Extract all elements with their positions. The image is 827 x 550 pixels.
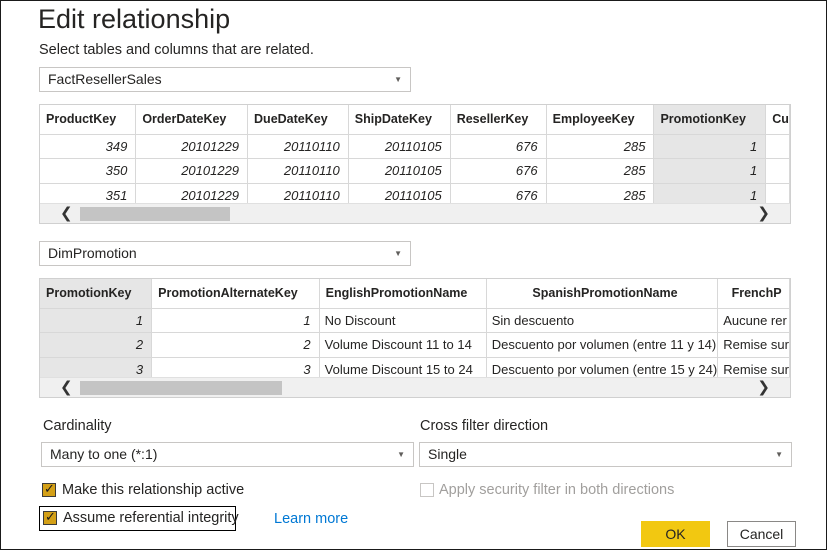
ok-button[interactable]: OK [641,521,710,547]
table-cell: 2 [151,332,320,357]
chevron-right-icon[interactable]: ❯ [757,378,770,397]
table-cell-selected[interactable]: 1 [653,133,767,159]
table-row: 349 20101229 20110110 20110105 676 285 1 [40,133,790,159]
table-cell: Volume Discount 11 to 14 [319,332,487,357]
table2-preview-grid: PromotionKey PromotionAlternateKey Engli… [39,278,791,398]
table-cell: Descuento por volumen (entre 11 y 14) [486,332,719,357]
table-cell-selected[interactable]: 2 [40,332,153,357]
cardinality-select-value: Many to one (*:1) [50,446,158,462]
scrollbar-thumb[interactable] [80,207,230,221]
table-cell-selected[interactable]: 1 [40,307,153,333]
chevron-down-icon: ▼ [397,450,405,459]
table1-column-header[interactable]: ShipDateKey [348,105,451,134]
make-active-label[interactable]: Make this relationship active [62,482,244,498]
referential-integrity-label[interactable]: Assume referential integrity [63,510,239,526]
table1-column-header[interactable]: OrderDateKey [135,105,249,134]
table2-select-value: DimPromotion [48,245,137,261]
table1-column-header[interactable]: ProductKey [40,105,137,134]
table1-column-header-selected[interactable]: PromotionKey [653,105,767,134]
cardinality-select[interactable]: Many to one (*:1) ▼ [41,442,414,467]
table1-column-header[interactable]: Cu [765,105,790,134]
make-active-checkbox[interactable]: ✓ [42,481,56,497]
table-cell: 349 [40,133,137,159]
cancel-button[interactable]: Cancel [727,521,796,547]
table-cell: 1 [151,307,320,333]
table1-preview-grid: ProductKey OrderDateKey DueDateKey ShipD… [39,104,791,224]
table1-select[interactable]: FactResellerSales ▼ [39,67,411,92]
table2-column-header-selected[interactable]: PromotionKey [40,279,153,308]
table2-select[interactable]: DimPromotion ▼ [39,241,411,266]
checkmark-icon: ✓ [45,509,56,524]
table-cell: 350 [40,158,137,183]
table2-column-header[interactable]: EnglishPromotionName [319,279,487,308]
cross-filter-label: Cross filter direction [420,418,549,434]
chevron-right-icon[interactable]: ❯ [757,204,770,223]
table-cell: Aucune rer [717,307,790,333]
table-cell: 20110110 [247,158,349,183]
table-cell: 20101229 [135,158,249,183]
dialog-title: Edit relationship [38,4,231,34]
table-cell: 676 [450,133,547,159]
cardinality-label: Cardinality [43,418,112,434]
table1-column-header[interactable]: DueDateKey [247,105,349,134]
dialog-subtitle: Select tables and columns that are relat… [39,42,314,58]
cross-filter-select[interactable]: Single ▼ [419,442,792,467]
table-cell: 20110110 [247,133,349,159]
table-cell: 676 [450,158,547,183]
learn-more-link[interactable]: Learn more [274,511,348,527]
table-cell [765,158,790,183]
security-filter-label: Apply security filter in both directions [439,482,675,498]
table-cell-selected[interactable]: 1 [653,158,767,183]
table-cell: No Discount [319,307,487,333]
table-cell [765,133,790,159]
chevron-left-icon[interactable]: ❮ [60,378,73,397]
table2-column-header[interactable]: FrenchP [717,279,790,308]
chevron-left-icon[interactable]: ❮ [60,204,73,223]
table1-header-row: ProductKey OrderDateKey DueDateKey ShipD… [40,105,790,134]
table1-select-value: FactResellerSales [48,71,162,87]
chevron-down-icon: ▼ [394,249,402,258]
table-cell: 20110105 [348,133,451,159]
referential-integrity-checkbox[interactable]: ✓ [43,509,57,525]
table-row: 350 20101229 20110110 20110105 676 285 1 [40,158,790,183]
checkmark-icon: ✓ [44,481,55,496]
table-cell: Remise sur [717,332,790,357]
scrollbar-thumb[interactable] [80,381,282,395]
table1-column-header[interactable]: EmployeeKey [546,105,655,134]
table2-column-header[interactable]: PromotionAlternateKey [151,279,320,308]
table-cell: 20101229 [135,133,249,159]
table-row: 1 1 No Discount Sin descuento Aucune rer [40,307,790,333]
table-cell: 285 [546,158,655,183]
table2-column-header[interactable]: SpanishPromotionName [486,279,719,308]
table-cell: Sin descuento [486,307,719,333]
cross-filter-select-value: Single [428,446,467,462]
table-cell: 285 [546,133,655,159]
table2-horizontal-scrollbar[interactable]: ❮ ❯ [40,377,790,397]
chevron-down-icon: ▼ [394,75,402,84]
security-filter-checkbox[interactable] [420,483,434,497]
table1-column-header[interactable]: ResellerKey [450,105,547,134]
chevron-down-icon: ▼ [775,450,783,459]
table-row: 2 2 Volume Discount 11 to 14 Descuento p… [40,332,790,357]
table-cell: 20110105 [348,158,451,183]
table1-horizontal-scrollbar[interactable]: ❮ ❯ [40,203,790,223]
table2-header-row: PromotionKey PromotionAlternateKey Engli… [40,279,790,308]
